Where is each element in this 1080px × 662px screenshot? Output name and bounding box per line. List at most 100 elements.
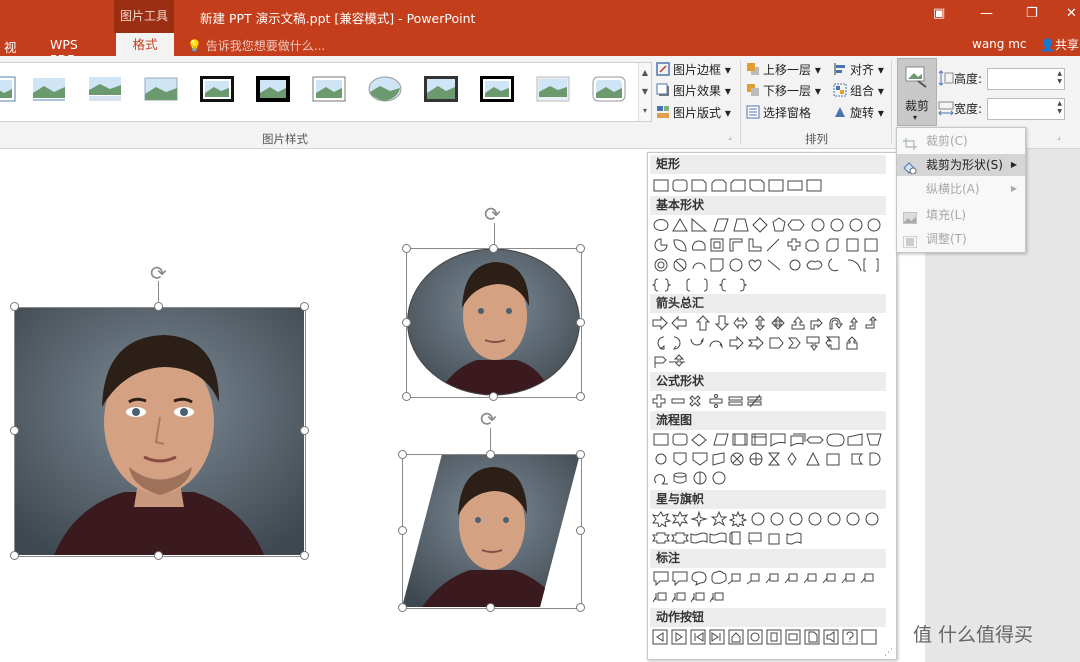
shapes-category-arrows: 箭头总汇: [650, 294, 886, 313]
rotate-handle-icon[interactable]: ⟳: [480, 407, 497, 431]
style-thumb[interactable]: [368, 76, 402, 102]
height-input[interactable]: ▲ ▼: [987, 68, 1065, 90]
resize-handle[interactable]: [489, 244, 498, 253]
close-button[interactable]: ✕: [1066, 6, 1077, 21]
height-spinner-icon[interactable]: ▲ ▼: [1057, 70, 1062, 86]
shape-row-rect[interactable]: [652, 178, 882, 196]
resize-handle[interactable]: [576, 450, 585, 459]
menu-item-fit[interactable]: 调整(T): [897, 228, 1025, 250]
menu-item-aspect-ratio[interactable]: 纵横比(A) ▶: [897, 178, 1025, 200]
shape-row-callouts-1[interactable]: [652, 570, 882, 588]
resize-handle[interactable]: [576, 392, 585, 401]
tab-format[interactable]: 格式: [116, 33, 174, 56]
resize-handle[interactable]: [402, 244, 411, 253]
shape-row-callouts-2[interactable]: [652, 589, 882, 607]
shapes-category-basic: 基本形状: [650, 196, 886, 215]
shape-row-stars-1[interactable]: [652, 511, 882, 529]
picture-border-button[interactable]: 图片边框 ▾: [656, 60, 731, 80]
rotate-handle-icon[interactable]: ⟳: [484, 202, 501, 226]
style-thumb[interactable]: [592, 76, 626, 102]
ribbon-separator: [891, 60, 892, 144]
shape-row-flowchart-1[interactable]: [652, 432, 882, 450]
resize-handle[interactable]: [402, 392, 411, 401]
style-thumb[interactable]: [0, 76, 16, 102]
gallery-down-icon[interactable]: ▼: [639, 82, 651, 101]
style-thumb[interactable]: [88, 76, 122, 102]
style-thumb[interactable]: [312, 76, 346, 102]
resize-handle[interactable]: [398, 526, 407, 535]
resize-handle[interactable]: [300, 551, 309, 560]
style-thumb[interactable]: [536, 76, 570, 102]
fill-icon: [902, 209, 918, 225]
resize-handle[interactable]: [486, 450, 495, 459]
picture-tools-context-tab: 图片工具: [114, 0, 174, 33]
menu-item-crop[interactable]: 裁剪(C): [897, 130, 1025, 152]
picture-styles-group-label: 图片样式: [262, 132, 308, 146]
resize-handle[interactable]: [576, 244, 585, 253]
resize-handle[interactable]: [576, 526, 585, 535]
resize-handle[interactable]: [402, 318, 411, 327]
resize-handle[interactable]: [300, 302, 309, 311]
resize-handle[interactable]: [154, 302, 163, 311]
rotate-button[interactable]: 旋转 ▾: [833, 103, 884, 123]
restore-ribbon-icon[interactable]: ▣: [933, 6, 945, 21]
resize-handle[interactable]: [576, 318, 585, 327]
align-button[interactable]: 对齐 ▾: [833, 60, 884, 80]
resize-handle[interactable]: [489, 392, 498, 401]
dialog-launcher-icon[interactable]: ⌟: [728, 132, 732, 141]
width-spinner-icon[interactable]: ▲ ▼: [1057, 100, 1062, 116]
tell-me-box[interactable]: 💡 告诉我您想要做什么...: [187, 37, 325, 54]
shape-row-arrows-1[interactable]: [652, 315, 882, 333]
gallery-up-icon[interactable]: ▲: [639, 63, 651, 82]
shape-row-equation[interactable]: [652, 393, 882, 411]
minimize-button[interactable]: —: [980, 6, 993, 21]
selection-pane-button[interactable]: 选择窗格: [746, 103, 811, 123]
shape-row-flowchart-2[interactable]: [652, 451, 882, 469]
shape-row-basic-4[interactable]: [652, 277, 882, 295]
width-input[interactable]: ▲ ▼: [987, 98, 1065, 120]
resize-handle[interactable]: [10, 426, 19, 435]
shape-row-arrows-2[interactable]: [652, 335, 882, 353]
tell-me-text: 告诉我您想要做什么...: [205, 39, 326, 53]
panel-resize-grip-icon[interactable]: ⋰: [884, 648, 893, 658]
shape-row-basic-2[interactable]: [652, 237, 882, 255]
resize-handle[interactable]: [398, 603, 407, 612]
group-label: 组合: [850, 84, 875, 98]
send-backward-button[interactable]: 下移一层 ▾: [746, 81, 821, 101]
shape-row-actions[interactable]: [652, 629, 882, 647]
resize-handle[interactable]: [486, 603, 495, 612]
resize-handle[interactable]: [576, 603, 585, 612]
style-thumb[interactable]: [480, 76, 514, 102]
crop-button[interactable]: 裁剪 ▾: [897, 58, 937, 126]
picture-effects-label: 图片效果: [673, 84, 722, 98]
style-thumb[interactable]: [200, 76, 234, 102]
shape-row-basic-1[interactable]: [652, 217, 882, 235]
picture-effects-button[interactable]: 图片效果 ▾: [656, 81, 731, 101]
share-button[interactable]: 👤共享: [1040, 36, 1079, 53]
resize-handle[interactable]: [10, 302, 19, 311]
submenu-arrow-icon: ▶: [1010, 184, 1017, 193]
resize-handle[interactable]: [300, 426, 309, 435]
resize-handle[interactable]: [154, 551, 163, 560]
user-name[interactable]: wang mc: [972, 37, 1027, 51]
gallery-more-icon[interactable]: ▾: [639, 101, 651, 120]
picture-layout-icon: [656, 105, 670, 119]
group-button[interactable]: 组合 ▾: [833, 81, 884, 101]
picture-layout-button[interactable]: 图片版式 ▾: [656, 103, 731, 123]
maximize-button[interactable]: ❐: [1026, 6, 1038, 21]
style-thumb[interactable]: [424, 76, 458, 102]
shape-row-flowchart-3[interactable]: [652, 470, 882, 488]
style-thumb[interactable]: [32, 76, 66, 102]
shape-row-stars-2[interactable]: [652, 530, 882, 548]
style-thumb[interactable]: [144, 76, 178, 102]
gallery-scrollbar[interactable]: ▲ ▼ ▾: [638, 63, 651, 121]
shape-row-arrows-3[interactable]: [652, 354, 882, 372]
menu-item-crop-to-shape[interactable]: 裁剪为形状(S) ▶: [897, 154, 1025, 176]
size-dialog-launcher-icon[interactable]: ⌟: [1057, 132, 1061, 141]
shape-row-basic-3[interactable]: [652, 257, 882, 275]
bring-forward-button[interactable]: 上移一层 ▾: [746, 60, 821, 80]
menu-item-fill[interactable]: 填充(L): [897, 204, 1025, 226]
resize-handle[interactable]: [10, 551, 19, 560]
resize-handle[interactable]: [398, 450, 407, 459]
style-thumb[interactable]: [256, 76, 290, 102]
